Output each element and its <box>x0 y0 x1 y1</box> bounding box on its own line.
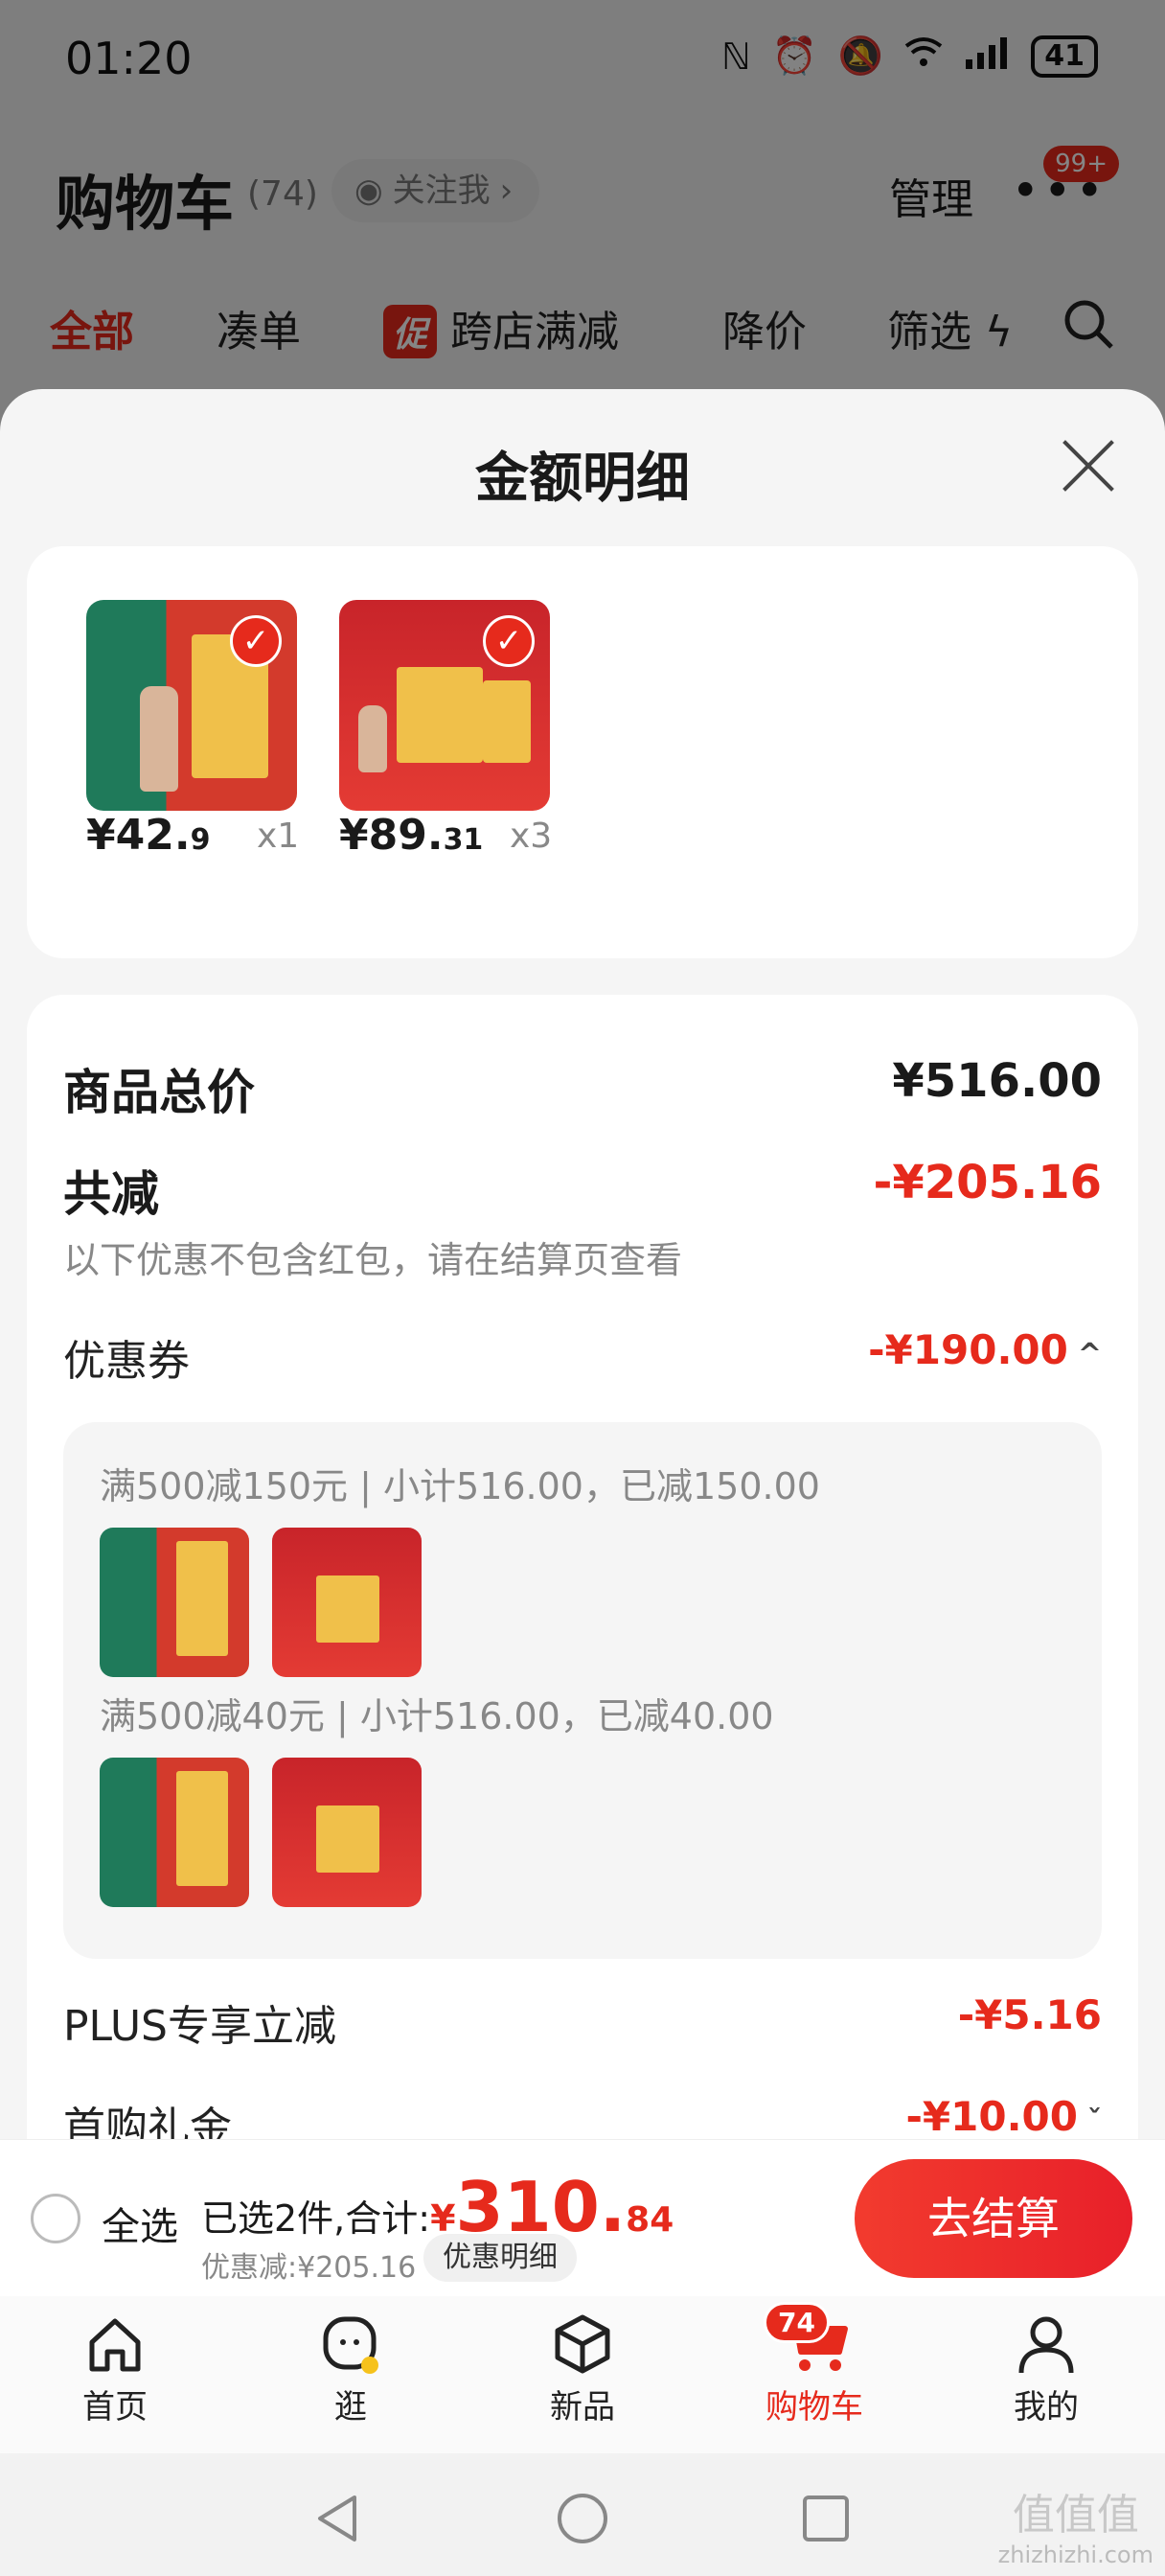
coupon-value: -¥190.00 ^ <box>868 1326 1102 1373</box>
check-icon: ✓ <box>230 615 282 667</box>
coupon-rule: 满500减40元 | 小计516.00，已减40.00 <box>100 1695 774 1737</box>
browse-icon <box>320 2313 381 2375</box>
product-image: ✓ <box>86 600 297 811</box>
price-detail-card: 商品总价 ¥516.00 共减 -¥205.16 以下优惠不包含红包，请在结算页… <box>27 995 1138 2143</box>
reduce-note: 以下优惠不包含红包，请在结算页查看 <box>63 1239 683 1281</box>
tab-home[interactable]: 首页 <box>38 2313 192 2427</box>
check-icon: ✓ <box>483 615 535 667</box>
user-icon <box>1016 2313 1077 2375</box>
product-price: ¥42. 9 <box>86 811 211 860</box>
tab-browse[interactable]: 逛 <box>274 2313 427 2427</box>
select-all-radio[interactable] <box>31 2194 80 2243</box>
select-all-label[interactable]: 全选 <box>102 2196 178 2251</box>
coupon-row[interactable]: 优惠券 -¥190.00 ^ <box>63 1326 1102 1388</box>
tab-cart[interactable]: 74 购物车 <box>738 2302 891 2427</box>
sheet-title: 金额明细 <box>475 448 690 510</box>
watermark: 值值值 zhizhizhi.com <box>997 2491 1154 2568</box>
checkout-button[interactable]: 去结算 <box>855 2159 1132 2278</box>
chevron-down-icon: ˇ <box>1087 2104 1102 2138</box>
first-gift-row[interactable]: 首购礼金 -¥10.00 ˇ <box>63 2093 1102 2143</box>
tab-mine[interactable]: 我的 <box>970 2313 1123 2427</box>
total-price-row: 商品总价 ¥516.00 <box>63 1054 1102 1123</box>
coupon-label: 优惠券 <box>63 1337 190 1386</box>
cart-badge: 74 <box>764 2302 830 2343</box>
product-image: ✓ <box>339 600 550 811</box>
recents-icon[interactable] <box>799 2492 853 2545</box>
product-qty: x3 <box>510 816 553 856</box>
product-thumb <box>272 1528 422 1677</box>
chevron-up-icon: ^ <box>1077 1338 1102 1371</box>
total-price-label: 商品总价 <box>63 1065 255 1120</box>
product-thumb <box>272 1758 422 1907</box>
system-navbar: 值值值 zhizhizhi.com <box>0 2453 1165 2576</box>
product-price: ¥89. 31 <box>339 811 484 860</box>
first-gift-label: 首购礼金 <box>63 2104 232 2143</box>
home-nav-icon[interactable] <box>556 2492 609 2545</box>
product-item[interactable]: ✓ <box>86 600 297 811</box>
close-icon[interactable] <box>1060 437 1117 494</box>
checkout-bar: 全选 已选2件,合计: ¥ 310. 84 优惠减:¥205.16 优惠明细 去… <box>0 2139 1165 2296</box>
product-item[interactable]: ✓ <box>339 600 550 811</box>
tab-new[interactable]: 新品 <box>506 2313 659 2427</box>
discount-detail-button[interactable]: 优惠明细 <box>423 2234 577 2282</box>
product-thumb <box>100 1758 249 1907</box>
bottom-tabbar: 首页 逛 新品 74 购物车 我的 <box>0 2296 1165 2453</box>
coupon-detail-box: 满500减150元 | 小计516.00，已减150.00 满500减40元 |… <box>63 1422 1102 1959</box>
reduce-row: 共减 -¥205.16 <box>63 1156 1102 1225</box>
amount-detail-sheet: 金额明细 ✓ ¥42. 9 x1 ✓ ¥89. 31 x3 商品总价 ¥516.… <box>0 389 1165 2143</box>
products-card: ✓ ¥42. 9 x1 ✓ ¥89. 31 x3 <box>27 546 1138 958</box>
coupon-rule: 满500减150元 | 小计516.00，已减150.00 <box>100 1465 820 1507</box>
reduce-value: -¥205.16 <box>873 1156 1102 1209</box>
discount-text: 优惠减:¥205.16 <box>201 2251 417 2285</box>
reduce-label: 共减 <box>63 1166 159 1222</box>
plus-value: -¥5.16 <box>957 1991 1102 2038</box>
home-icon <box>84 2313 146 2375</box>
cube-icon <box>552 2313 613 2375</box>
product-qty: x1 <box>257 816 300 856</box>
cart-icon: 74 <box>764 2302 848 2375</box>
plus-row: PLUS专享立减 -¥5.16 <box>63 1991 1102 2053</box>
first-gift-value: -¥10.00 ˇ <box>905 2093 1102 2140</box>
total-price-value: ¥516.00 <box>892 1054 1102 1108</box>
plus-label: PLUS专享立减 <box>63 2002 336 2051</box>
product-thumb <box>100 1528 249 1677</box>
back-icon[interactable] <box>312 2492 366 2545</box>
